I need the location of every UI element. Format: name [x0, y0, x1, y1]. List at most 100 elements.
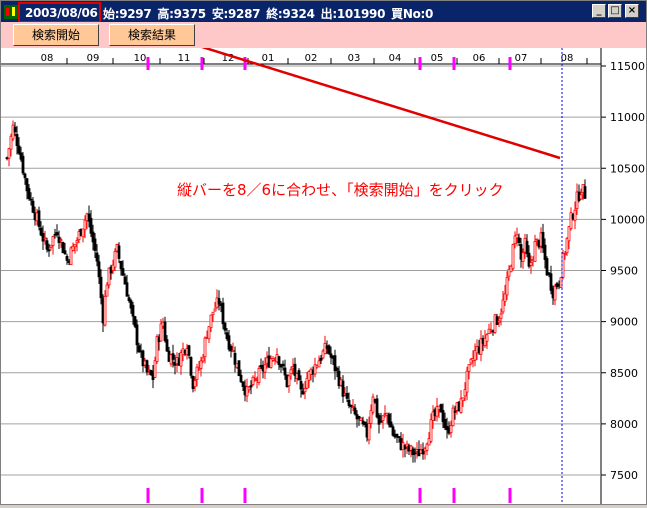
candle-body [27, 188, 31, 199]
candle-body [207, 326, 211, 340]
candle-body [153, 360, 157, 378]
y-tick-label: 11500 [610, 60, 645, 73]
candle-body [277, 356, 281, 365]
volume: 出:101990 [320, 7, 386, 21]
candle-body [223, 322, 227, 331]
candle-body [287, 375, 291, 387]
candle-body [263, 364, 267, 373]
candle-body [359, 417, 363, 421]
candle-body [345, 392, 349, 399]
candle-body [583, 186, 587, 199]
candle-body [13, 126, 17, 133]
stock-chart-window: 2003/08/06 始:9297 高:9375 安:9287 終:9324 出:101… [0, 0, 647, 505]
candle-body [29, 198, 33, 201]
candle-body [429, 419, 433, 442]
candle-body [131, 304, 135, 317]
candle-body [535, 238, 539, 241]
candle-body [397, 436, 401, 438]
candle-body [95, 252, 99, 262]
candle-body [549, 273, 553, 291]
candle-body [533, 241, 537, 262]
candle-body [31, 200, 35, 213]
close-button[interactable]: × [625, 4, 639, 18]
y-tick-label: 9500 [610, 265, 638, 278]
candle-body [233, 352, 237, 365]
month-label: 06 [473, 53, 486, 64]
candle-body [97, 261, 101, 278]
y-tick-label: 10500 [610, 162, 645, 175]
candle-body [163, 321, 167, 342]
candle-body [125, 282, 129, 297]
buy-number: 買No:0 [391, 7, 434, 21]
candle-body [563, 253, 567, 256]
low-price: 安:9287 [211, 7, 261, 21]
maximize-button[interactable]: □ [608, 4, 622, 18]
candle-body [505, 277, 509, 296]
y-tick-label: 8000 [610, 418, 638, 431]
candle-body [75, 240, 79, 244]
candle-body [377, 415, 381, 425]
candle-body [117, 245, 121, 259]
candle-body [327, 345, 331, 354]
minimize-button[interactable]: _ [592, 4, 606, 18]
candle-body [189, 357, 193, 376]
candle-body [303, 388, 307, 393]
candle-body [453, 410, 457, 413]
candle-body [103, 295, 107, 326]
candle-body [203, 337, 207, 358]
candle-body [379, 420, 383, 423]
candle-body [461, 397, 465, 402]
candle-body [283, 367, 287, 376]
current-date: 2003/08/06 [25, 6, 98, 20]
y-tick-label: 9000 [610, 316, 638, 329]
candle-body [289, 369, 293, 375]
high-price: 高:9375 [157, 7, 206, 21]
candlestick-chart[interactable]: 11500 11000 10500 10000 9500 9000 8500 8000 7500… [1, 13, 646, 504]
candle-body [499, 313, 503, 319]
candle-body [81, 228, 85, 238]
candle-body [201, 357, 205, 362]
candle-body [221, 302, 225, 325]
search-start-button[interactable]: 検索開始 [13, 24, 99, 46]
candle-body [465, 370, 469, 393]
candle-body [209, 314, 213, 329]
candle-body [545, 258, 549, 276]
candle-body [199, 360, 203, 369]
candle-body [249, 385, 253, 388]
candle-body [15, 134, 19, 147]
month-label: 03 [348, 53, 361, 64]
candle-body [113, 251, 117, 268]
candle-body [93, 238, 97, 251]
candle-body [319, 357, 323, 361]
candle-body [43, 237, 47, 240]
candle-body [211, 311, 215, 316]
candle-body [47, 249, 51, 252]
month-label: 08 [561, 53, 574, 64]
chart-canvas[interactable]: 11500 11000 10500 10000 9500 9000 8500 8000 7500… [1, 13, 646, 504]
candle-body [529, 262, 533, 266]
month-label: 08 [41, 53, 54, 64]
candle-body [159, 323, 163, 342]
title-bar: 2003/08/06 始:9297 高:9375 安:9287 終:9324 出:101… [1, 1, 646, 23]
candle-body [573, 209, 577, 221]
candle-body [511, 244, 515, 270]
y-tick-label: 10000 [610, 213, 645, 226]
candle-body [579, 194, 583, 200]
candle-body [23, 173, 27, 179]
month-label: 01 [262, 53, 275, 64]
candle-body [193, 380, 197, 387]
candle-body [389, 421, 393, 428]
chart-app-icon [4, 5, 18, 19]
candle-body [497, 320, 501, 323]
candle-body [63, 250, 67, 255]
candle-body [135, 324, 139, 346]
candle-body [553, 285, 557, 301]
candle-body [299, 380, 303, 390]
candle-body [217, 298, 221, 305]
candle-body [83, 219, 87, 231]
close-price: 終:9324 [266, 7, 315, 21]
candle-body [37, 210, 41, 227]
month-label: 11 [178, 53, 191, 64]
search-result-button[interactable]: 検索結果 [109, 24, 195, 46]
candle-body [231, 349, 235, 352]
